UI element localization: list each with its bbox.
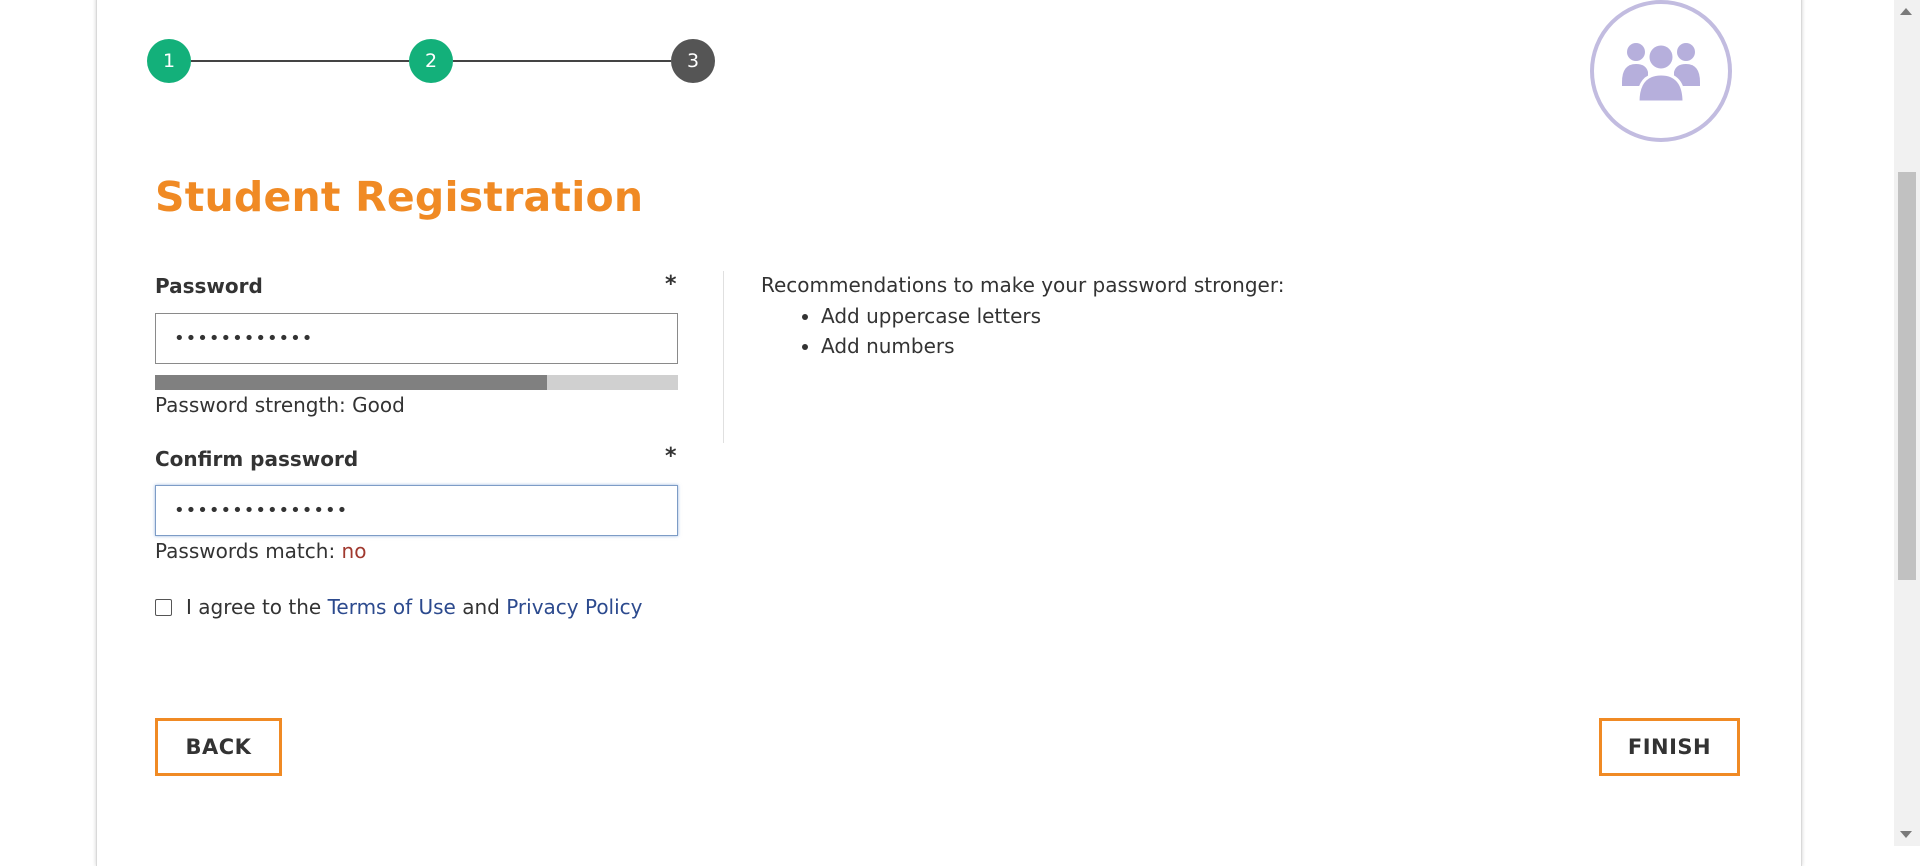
required-mark: * <box>665 444 677 469</box>
step-connector <box>191 60 409 62</box>
recommendations-list: Add uppercase letters Add numbers <box>761 301 1284 361</box>
passwords-match-label: Passwords match: <box>155 539 336 563</box>
password-input[interactable]: •••••••••••• <box>155 313 678 364</box>
required-mark: * <box>665 272 677 297</box>
back-button[interactable]: BACK <box>155 718 282 776</box>
step-2: 2 <box>409 39 453 83</box>
step-1: 1 <box>147 39 191 83</box>
student-group-badge <box>1590 0 1732 142</box>
step-3: 3 <box>671 39 715 83</box>
scroll-up-icon[interactable] <box>1900 8 1912 15</box>
agreement-prefix: I agree to the <box>186 595 322 619</box>
recommendation-item: Add uppercase letters <box>821 301 1284 331</box>
page-scrollbar[interactable] <box>1894 0 1920 846</box>
password-strength-fill <box>155 375 548 390</box>
confirm-password-label: Confirm password <box>155 447 359 471</box>
passwords-match-value: no <box>341 539 367 563</box>
password-label: Password <box>155 274 263 298</box>
password-strength-text: Password strength: Good <box>155 393 405 417</box>
column-divider <box>723 271 724 443</box>
page-title: Student Registration <box>155 173 644 221</box>
password-strength-bar <box>155 375 678 390</box>
progress-stepper: 1 2 3 <box>147 39 715 83</box>
scroll-down-icon[interactable] <box>1900 831 1912 838</box>
agreement-conjunction: and <box>462 595 500 619</box>
password-recommendations: Recommendations to make your password st… <box>761 273 1284 361</box>
terms-of-use-link[interactable]: Terms of Use <box>328 595 456 619</box>
privacy-policy-link[interactable]: Privacy Policy <box>506 595 642 619</box>
recommendation-item: Add numbers <box>821 331 1284 361</box>
recommendations-heading: Recommendations to make your password st… <box>761 273 1285 297</box>
step-connector <box>453 60 671 62</box>
confirm-password-input[interactable]: ••••••••••••••• <box>155 485 678 536</box>
finish-button[interactable]: FINISH <box>1599 718 1740 776</box>
passwords-match-status: Passwords match: no <box>155 539 366 563</box>
terms-checkbox[interactable] <box>155 598 172 616</box>
users-group-icon <box>1622 42 1700 104</box>
terms-agreement: I agree to the Terms of Use and Privacy … <box>155 595 643 619</box>
scrollbar-thumb[interactable] <box>1898 172 1916 580</box>
registration-card <box>96 0 1802 866</box>
